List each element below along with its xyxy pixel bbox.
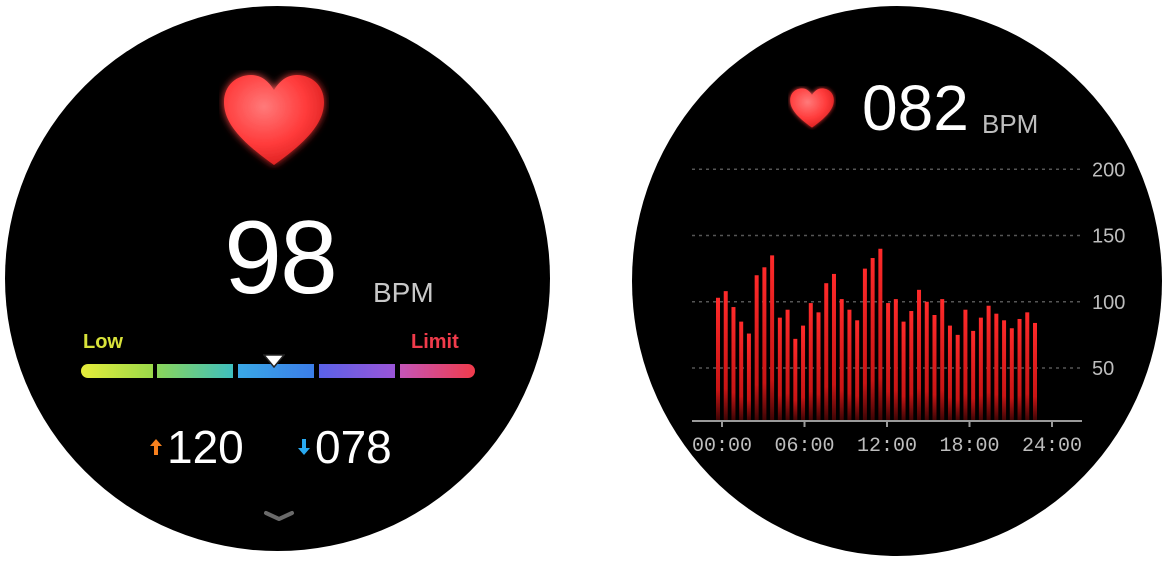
heart-rate-bar — [886, 303, 891, 421]
heart-rate-bar — [731, 307, 736, 421]
heart-rate-bar — [909, 311, 914, 421]
zone-limit-label: Limit — [411, 331, 459, 353]
heart-rate-bar — [893, 299, 898, 421]
heart-rate-history-watch-face: 082 BPM 200 150 100 50 00:00 06:00 12:00 18:00… — [632, 6, 1162, 556]
heart-icon — [224, 75, 324, 165]
y-tick-label: 100 — [1092, 292, 1125, 314]
zone-segment-5 — [400, 364, 475, 378]
y-tick-label: 150 — [1092, 226, 1125, 248]
heart-rate-bar — [777, 317, 782, 421]
heart-rate-bar — [917, 289, 922, 421]
heart-rate-bar — [978, 317, 983, 421]
heart-rate-bar — [793, 338, 798, 421]
heart-rate-bar — [855, 320, 860, 421]
chevron-down-icon[interactable] — [263, 510, 295, 522]
heart-rate-bar — [746, 333, 751, 421]
heart-rate-bar — [932, 315, 937, 421]
y-tick-label: 50 — [1092, 358, 1114, 380]
y-tick-label: 200 — [1092, 159, 1125, 181]
zone-marker-icon — [263, 354, 286, 368]
zone-low-label: Low — [83, 331, 123, 353]
heart-rate-bar — [901, 321, 906, 421]
heart-rate-bar — [754, 275, 759, 421]
heart-rate-bar — [1025, 312, 1030, 421]
heart-rate-bar — [963, 309, 968, 421]
bpm-unit-label: BPM — [373, 277, 434, 308]
heart-rate-bar — [808, 303, 813, 421]
arrow-down-icon — [298, 439, 310, 455]
heart-rate-bar — [1033, 322, 1037, 421]
heart-rate-bar — [986, 305, 991, 421]
heart-rate-bar — [801, 325, 806, 421]
heart-rate-bar — [924, 301, 929, 421]
zone-segment-1 — [81, 364, 153, 378]
heart-rate-bar — [839, 299, 844, 421]
heart-rate-bar — [955, 334, 960, 421]
heart-rate-bar — [947, 325, 952, 421]
x-tick-label: 00:00 — [692, 435, 752, 458]
heart-rate-bar — [739, 321, 744, 421]
arrow-up-icon — [150, 439, 162, 455]
heart-rate-bar — [785, 309, 790, 421]
heart-rate-bar — [971, 330, 976, 421]
x-tick-label: 12:00 — [857, 435, 917, 458]
min-bpm-value: 078 — [315, 421, 392, 473]
heart-rate-bar — [824, 283, 829, 421]
heart-rate-bar — [1002, 320, 1007, 421]
x-tick-label: 06:00 — [774, 435, 834, 458]
heart-rate-bar — [716, 297, 720, 421]
heart-rate-bar — [831, 273, 836, 421]
heart-rate-bar — [878, 248, 883, 421]
heart-rate-bar — [870, 258, 875, 421]
heart-rate-bar — [762, 267, 767, 421]
x-tick-label: 24:00 — [1022, 435, 1082, 458]
zone-segment-2 — [157, 364, 233, 378]
heart-rate-watch-face: 98 BPM Low Limit 120 078 — [5, 6, 550, 551]
heart-rate-bar — [994, 313, 999, 421]
heart-rate-bar — [940, 299, 945, 421]
zone-segment-4 — [319, 364, 395, 378]
heart-rate-bar — [1009, 328, 1014, 421]
heart-rate-bar — [847, 309, 852, 421]
heart-rate-bar — [770, 255, 775, 421]
heart-rate-bar — [1017, 318, 1022, 421]
x-tick-label: 18:00 — [939, 435, 999, 458]
heart-rate-history-chart: 200 150 100 50 00:00 06:00 12:00 18:00 24:00 — [692, 159, 1125, 458]
max-bpm-value: 120 — [167, 421, 244, 473]
heart-rate-bar — [723, 291, 728, 421]
current-bpm-value: 98 — [224, 200, 338, 316]
heart-rate-bar — [816, 312, 821, 421]
heart-rate-bar — [862, 268, 867, 421]
